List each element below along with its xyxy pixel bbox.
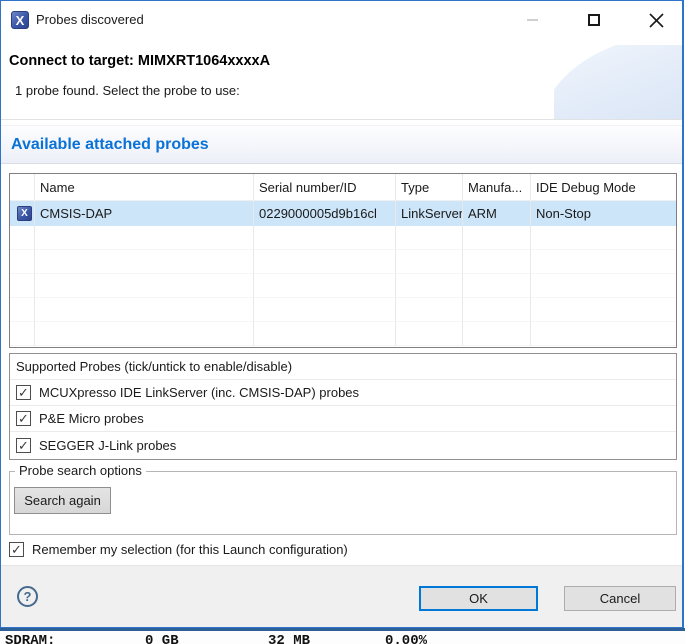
empty-cell	[254, 322, 396, 346]
col-serial[interactable]: Serial number/ID	[254, 174, 396, 201]
empty-cell	[396, 250, 463, 274]
empty-table-row	[10, 226, 676, 250]
empty-cell	[396, 226, 463, 250]
linkserver-checkbox[interactable]: ✓	[16, 385, 31, 400]
empty-cell	[463, 298, 531, 322]
empty-cell	[35, 226, 254, 250]
empty-cell	[463, 250, 531, 274]
minimize-button	[509, 1, 555, 39]
probe-icon-cell: X	[10, 201, 35, 226]
window-title: Probes discovered	[36, 12, 144, 27]
probe-search-options-legend: Probe search options	[15, 463, 146, 478]
empty-cell	[10, 250, 35, 274]
empty-cell	[254, 250, 396, 274]
pemicro-label: P&E Micro probes	[39, 411, 144, 426]
table-row-cmsis-dap[interactable]: X CMSIS-DAP 0229000005d9b16cl LinkServer…	[10, 201, 676, 226]
remember-checkbox[interactable]: ✓	[9, 542, 24, 557]
minimize-icon	[527, 19, 538, 21]
empty-cell	[531, 274, 676, 298]
probes-discovered-dialog: X Probes discovered Connect to target: M…	[0, 0, 684, 628]
cancel-button[interactable]: Cancel	[564, 586, 676, 611]
empty-cell	[531, 298, 676, 322]
empty-cell	[35, 250, 254, 274]
empty-table-row	[10, 298, 676, 322]
empty-cell	[531, 322, 676, 346]
linkserver-label: MCUXpresso IDE LinkServer (inc. CMSIS-DA…	[39, 385, 359, 400]
remember-selection-option[interactable]: ✓ Remember my selection (for this Launch…	[9, 542, 348, 557]
mcuxpresso-logo-icon: X	[11, 11, 29, 29]
empty-cell	[463, 274, 531, 298]
available-probes-section-bar: Available attached probes	[1, 125, 682, 164]
col-ide-debug-mode[interactable]: IDE Debug Mode	[531, 174, 676, 201]
empty-cell	[463, 226, 531, 250]
dialog-heading: Connect to target: MIMXRT1064xxxxA	[9, 53, 270, 69]
empty-table-row	[10, 322, 676, 346]
probe-search-options-group: Probe search options Search again	[9, 471, 677, 535]
sdram-size: 0 GB	[145, 633, 179, 644]
close-button[interactable]	[633, 1, 679, 39]
empty-cell	[254, 226, 396, 250]
probe-name: CMSIS-DAP	[35, 201, 254, 226]
table-header-row: Name Serial number/ID Type Manufa... IDE…	[10, 174, 676, 201]
empty-cell	[254, 274, 396, 298]
close-icon	[649, 13, 664, 28]
empty-cell	[531, 226, 676, 250]
maximize-button[interactable]	[571, 1, 617, 39]
pemicro-checkbox[interactable]: ✓	[16, 411, 31, 426]
segger-label: SEGGER J-Link probes	[39, 438, 176, 453]
probe-type: LinkServer	[396, 201, 463, 226]
empty-cell	[10, 274, 35, 298]
sdram-used: 32 MB	[268, 633, 310, 644]
sdram-percent: 0.00%	[385, 633, 427, 644]
empty-cell	[10, 322, 35, 346]
screen: X Probes discovered Connect to target: M…	[0, 0, 685, 644]
empty-cell	[35, 322, 254, 346]
header-divider	[1, 119, 682, 120]
probes-table[interactable]: Name Serial number/ID Type Manufa... IDE…	[9, 173, 677, 348]
help-icon[interactable]: ?	[17, 586, 38, 607]
title-bar[interactable]: X Probes discovered	[1, 1, 682, 39]
empty-table-row	[10, 250, 676, 274]
pemicro-probes-option[interactable]: ✓ P&E Micro probes	[10, 406, 676, 432]
header-decoration	[554, 45, 682, 119]
col-name[interactable]: Name	[35, 174, 254, 201]
empty-table-row	[10, 274, 676, 298]
probe-serial: 0229000005d9b16cl	[254, 201, 396, 226]
col-manufacturer[interactable]: Manufa...	[463, 174, 531, 201]
button-bar: ? OK Cancel	[1, 565, 682, 627]
segger-probes-option[interactable]: ✓ SEGGER J-Link probes	[10, 432, 676, 458]
col-type[interactable]: Type	[396, 174, 463, 201]
maximize-icon	[588, 14, 600, 26]
remember-label: Remember my selection (for this Launch c…	[32, 542, 348, 557]
sdram-label: SDRAM:	[5, 633, 55, 644]
empty-cell	[396, 322, 463, 346]
empty-cell	[35, 298, 254, 322]
background-memory-statusbar: SDRAM: 0 GB 32 MB 0.00%	[0, 631, 685, 644]
empty-cell	[35, 274, 254, 298]
section-title: Available attached probes	[1, 136, 209, 154]
empty-cell	[396, 274, 463, 298]
search-again-button[interactable]: Search again	[14, 487, 111, 514]
ok-button[interactable]: OK	[419, 586, 538, 611]
empty-cell	[463, 322, 531, 346]
empty-cell	[396, 298, 463, 322]
segger-checkbox[interactable]: ✓	[16, 438, 31, 453]
col-icon[interactable]	[10, 174, 35, 201]
linkserver-probes-option[interactable]: ✓ MCUXpresso IDE LinkServer (inc. CMSIS-…	[10, 380, 676, 406]
dialog-subheading: 1 probe found. Select the probe to use:	[15, 83, 240, 98]
empty-cell	[531, 250, 676, 274]
probe-x-icon: X	[17, 206, 32, 221]
probe-manufacturer: ARM	[463, 201, 531, 226]
probe-debug-mode: Non-Stop	[531, 201, 676, 226]
empty-cell	[10, 298, 35, 322]
empty-cell	[10, 226, 35, 250]
supported-probes-label: Supported Probes (tick/untick to enable/…	[10, 354, 676, 380]
empty-cell	[254, 298, 396, 322]
supported-probes-group: Supported Probes (tick/untick to enable/…	[9, 353, 677, 460]
